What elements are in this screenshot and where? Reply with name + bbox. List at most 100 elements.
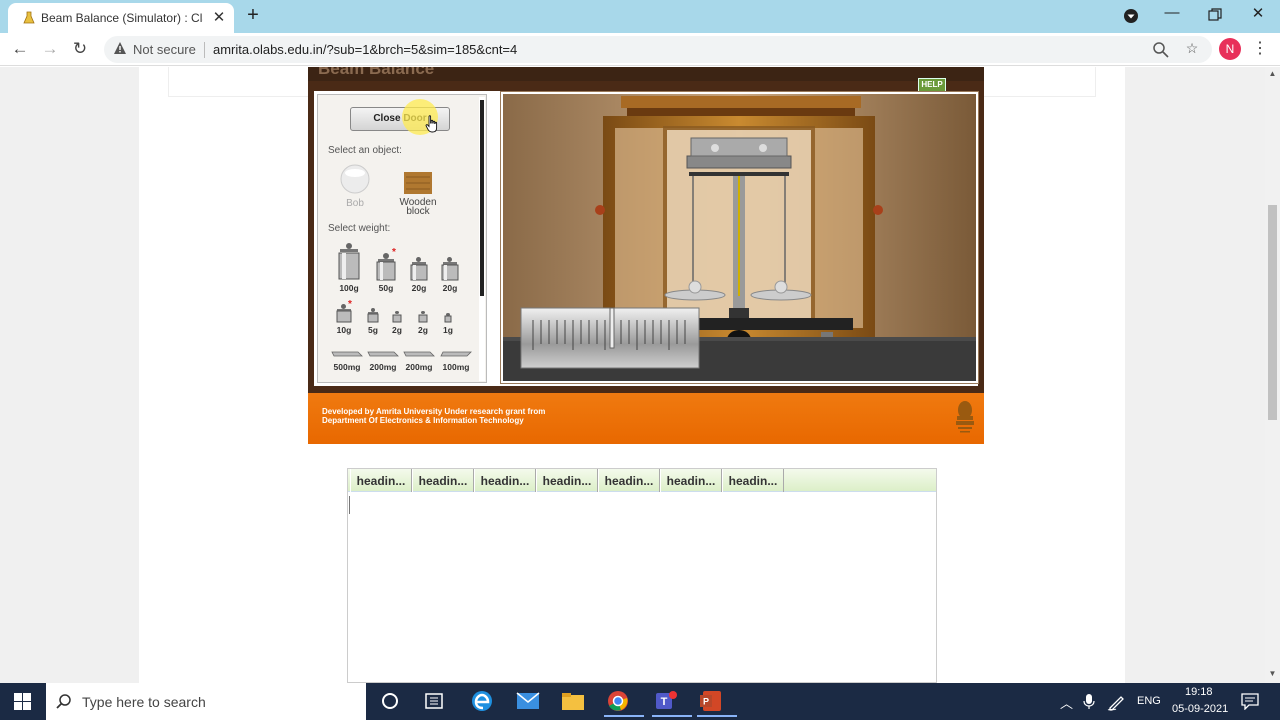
active-app-indicator [652, 715, 692, 717]
language-indicator[interactable]: ENG [1137, 695, 1161, 707]
weight-20g-b[interactable]: 20g [437, 255, 463, 293]
object-wooden-block-label-line2: block [406, 206, 430, 217]
mail-icon[interactable] [510, 687, 546, 717]
page-viewport: Beam Balance HELP Close Door Select an o… [0, 67, 1265, 683]
browser-menu-icon[interactable]: ⋮ [1252, 38, 1268, 60]
bookmark-star-icon[interactable]: ☆ [1182, 40, 1202, 60]
powerpoint-icon[interactable]: P [693, 687, 737, 717]
weight-2g-b-label: 2g [418, 325, 428, 335]
taskbar-search-placeholder: Type here to search [82, 694, 206, 710]
selected-star-icon: * [348, 299, 352, 310]
close-tab-icon[interactable]: ✕ [211, 8, 227, 26]
footer-credit-line1: Developed by Amrita University Under res… [322, 407, 546, 416]
warning-icon[interactable] [113, 41, 127, 55]
weight-100g-icon [338, 243, 360, 280]
weight-100mg[interactable]: 100mg [439, 350, 473, 372]
weight-20g-a[interactable]: 20g [406, 255, 432, 293]
column-header[interactable]: headin... [412, 469, 474, 492]
scroll-down-icon[interactable]: ▼ [1265, 667, 1280, 681]
simulator-footer: Developed by Amrita University Under res… [308, 393, 984, 444]
weight-10g[interactable]: 10g [332, 303, 356, 335]
simulator-title: Beam Balance [318, 67, 435, 78]
windows-start-icon[interactable] [14, 693, 31, 710]
object-bob[interactable]: Bob [335, 163, 375, 209]
chrome-icon[interactable] [600, 687, 644, 717]
pen-icon[interactable] [1107, 693, 1125, 711]
weight-20g-b-label: 20g [442, 283, 458, 293]
cortana-icon[interactable] [372, 687, 408, 717]
reload-icon[interactable]: ↻ [68, 37, 92, 61]
weight-1g-icon [444, 313, 452, 323]
scroll-up-icon[interactable]: ▲ [1265, 67, 1280, 81]
column-header[interactable]: headin... [474, 469, 536, 492]
profile-avatar[interactable]: N [1219, 38, 1241, 60]
weight-2g-a[interactable]: 2g [387, 311, 407, 335]
browser-tab-strip: Beam Balance (Simulator) : Class ✕ + — ✕ [0, 0, 1280, 33]
url-text[interactable]: amrita.olabs.edu.in/?sub=1&brch=5&sim=18… [213, 42, 517, 57]
browser-tab[interactable]: Beam Balance (Simulator) : Class ✕ [8, 3, 234, 33]
help-button[interactable]: HELP [918, 78, 946, 92]
wooden-block-icon [404, 172, 432, 194]
weight-500mg[interactable]: 500mg [330, 350, 364, 372]
simulator-title-bar: Beam Balance [308, 67, 984, 81]
weight-200mg-a[interactable]: 200mg [366, 350, 400, 372]
column-header[interactable]: headin... [350, 469, 412, 492]
flask-favicon-icon [23, 11, 35, 24]
table-cell-caret [349, 496, 350, 514]
clock-time[interactable]: 19:18 [1185, 686, 1213, 698]
weight-2g-a-label: 2g [392, 325, 402, 335]
edge-icon[interactable] [464, 687, 500, 717]
scrollbar-thumb[interactable] [1268, 205, 1277, 420]
controls-scroll-thumb[interactable] [480, 100, 484, 296]
weight-20g-a-label: 20g [411, 283, 427, 293]
weight-200mg-icon [403, 351, 435, 357]
not-secure-label[interactable]: Not secure [133, 42, 196, 57]
weight-2g-icon [392, 311, 402, 323]
weight-100g[interactable]: 100g [334, 241, 364, 293]
weight-2g-b[interactable]: 2g [413, 311, 433, 335]
weight-5g-icon [367, 308, 379, 323]
tab-search-icon[interactable] [1123, 8, 1139, 24]
object-wooden-block[interactable]: Wooden block [392, 171, 444, 217]
weight-5g-label: 5g [368, 325, 378, 335]
close-window-icon[interactable]: ✕ [1246, 4, 1270, 22]
browser-toolbar: ← → ↻ Not secure amrita.olabs.edu.in/?su… [0, 33, 1280, 66]
weight-1g-label: 1g [443, 325, 453, 335]
tray-chevron-icon[interactable]: ︿ [1060, 693, 1073, 712]
new-tab-button[interactable]: + [243, 4, 263, 27]
column-header[interactable]: headin... [598, 469, 660, 492]
weight-200mg-b[interactable]: 200mg [402, 350, 436, 372]
select-object-label: Select an object: [328, 145, 402, 156]
bob-icon [340, 164, 370, 194]
balance-scene[interactable] [500, 91, 979, 384]
taskbar-search-box[interactable]: Type here to search [46, 683, 366, 720]
search-icon [56, 694, 71, 709]
omnibox-divider [204, 42, 205, 58]
restore-icon[interactable] [1208, 8, 1222, 22]
minimize-icon[interactable]: — [1160, 4, 1184, 21]
weight-1g[interactable]: 1g [439, 313, 457, 335]
teams-icon[interactable]: T [648, 687, 692, 717]
notifications-icon[interactable] [1241, 693, 1259, 710]
column-header[interactable]: headin... [536, 469, 598, 492]
microphone-icon[interactable] [1083, 693, 1095, 710]
address-bar[interactable]: Not secure amrita.olabs.edu.in/?sub=1&br… [104, 36, 1212, 63]
weight-100mg-icon [440, 351, 472, 357]
weight-100g-label: 100g [339, 283, 359, 293]
back-icon[interactable]: ← [8, 37, 32, 61]
task-view-icon[interactable] [416, 687, 452, 717]
observation-table[interactable]: headin... headin... headin... headin... … [347, 468, 937, 683]
selected-star-icon: * [392, 247, 396, 258]
object-wooden-block-label: Wooden block [392, 198, 444, 217]
zoom-icon[interactable] [1151, 40, 1171, 60]
column-header[interactable]: headin... [722, 469, 784, 492]
hand-cursor-icon [425, 115, 438, 133]
weight-200mg-icon [367, 351, 399, 357]
column-header[interactable]: headin... [660, 469, 722, 492]
forward-icon[interactable]: → [38, 37, 62, 61]
file-explorer-icon[interactable] [555, 687, 591, 717]
clock-date[interactable]: 05-09-2021 [1172, 703, 1228, 715]
weight-5g[interactable]: 5g [362, 307, 384, 335]
weight-500mg-icon [331, 351, 363, 357]
page-scrollbar[interactable]: ▲ ▼ [1265, 67, 1280, 683]
